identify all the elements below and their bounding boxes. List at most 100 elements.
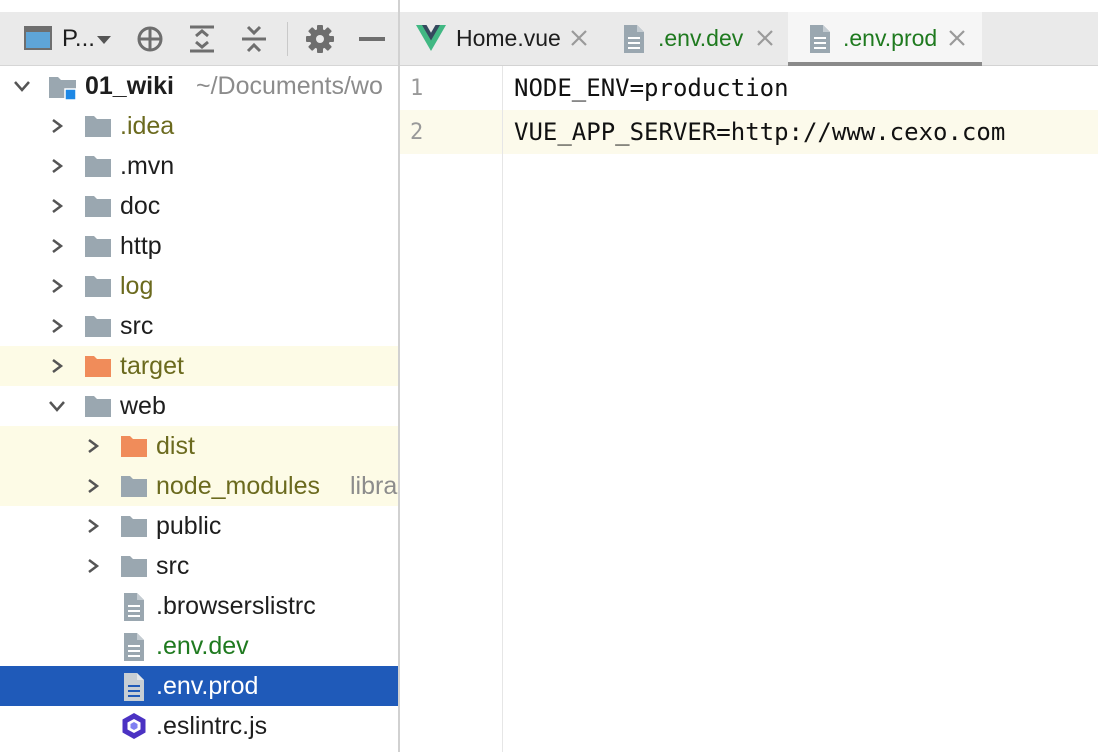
tree-label: .browserslistrc bbox=[156, 592, 316, 620]
tree-label: log bbox=[120, 272, 154, 300]
folder-icon bbox=[85, 316, 111, 337]
chevron-down-icon[interactable] bbox=[48, 399, 66, 413]
text-file-icon bbox=[124, 633, 144, 661]
folder-icon bbox=[85, 116, 111, 137]
code-area[interactable]: 1 NODE_ENV=production 2 VUE_APP_SERVER=h… bbox=[400, 66, 1098, 752]
tree-item-http[interactable]: http bbox=[0, 226, 398, 266]
chevron-right-icon[interactable] bbox=[86, 438, 100, 454]
code-line: 1 NODE_ENV=production bbox=[400, 66, 1098, 110]
tree-item-web[interactable]: web bbox=[0, 386, 398, 426]
chevron-right-icon[interactable] bbox=[50, 118, 64, 134]
tree-label: .idea bbox=[120, 112, 175, 140]
folder-icon bbox=[85, 236, 111, 257]
line-number: 2 bbox=[410, 120, 424, 145]
line-number: 1 bbox=[410, 76, 424, 101]
editor-area: Home.vue .env.dev .env.prod 1 NODE_ENV=p… bbox=[400, 0, 1098, 752]
folder-icon bbox=[121, 516, 147, 537]
tree-item-mvn[interactable]: .mvn bbox=[0, 146, 398, 186]
project-view-label: P... bbox=[62, 25, 95, 52]
close-icon[interactable] bbox=[754, 27, 776, 49]
chevron-down-icon[interactable] bbox=[13, 79, 31, 93]
tree-item-idea[interactable]: .idea bbox=[0, 106, 398, 146]
chevron-right-icon[interactable] bbox=[86, 558, 100, 574]
collapse-all-icon bbox=[242, 25, 266, 52]
tab-label: Home.vue bbox=[456, 25, 561, 51]
chevron-right-icon[interactable] bbox=[50, 278, 64, 294]
tree-label: public bbox=[156, 512, 222, 540]
vue-icon bbox=[416, 25, 446, 51]
chevron-right-icon[interactable] bbox=[50, 238, 64, 254]
tree-item-web-src[interactable]: src bbox=[0, 546, 398, 586]
expand-all-button[interactable] bbox=[182, 12, 222, 65]
tree-item-public[interactable]: public bbox=[0, 506, 398, 546]
tree-item-dist[interactable]: dist bbox=[0, 426, 398, 466]
project-view-selector[interactable]: P... bbox=[18, 12, 118, 65]
tab-env-prod[interactable]: .env.prod bbox=[788, 12, 982, 66]
project-view-icon bbox=[24, 26, 52, 50]
tree-item-env-dev[interactable]: .env.dev bbox=[0, 626, 398, 666]
folder-icon bbox=[85, 276, 111, 297]
tree-label: .mvn bbox=[120, 152, 175, 180]
minimize-button[interactable] bbox=[352, 12, 392, 65]
tree-label: .env.dev bbox=[156, 632, 249, 660]
minimize-icon bbox=[359, 36, 385, 41]
tree-label: web bbox=[120, 392, 166, 420]
tree-label: node_modules bbox=[156, 472, 321, 500]
tree-label: .eslintrc.js bbox=[156, 712, 268, 740]
code-line-current: 2 VUE_APP_SERVER=http://www.cexo.com bbox=[400, 110, 1098, 154]
tab-home-vue[interactable]: Home.vue bbox=[400, 12, 604, 65]
close-icon[interactable] bbox=[568, 27, 590, 49]
chevron-right-icon[interactable] bbox=[86, 478, 100, 494]
locate-button[interactable] bbox=[130, 12, 170, 65]
code-text: VUE_APP_SERVER=http://www.cexo.com bbox=[514, 118, 1006, 146]
tab-label: .env.prod bbox=[843, 25, 938, 51]
excluded-folder-icon bbox=[121, 436, 147, 457]
folder-icon bbox=[121, 556, 147, 577]
tab-label: .env.dev bbox=[658, 25, 744, 51]
text-file-icon bbox=[124, 593, 144, 621]
locate-icon bbox=[137, 26, 163, 51]
gear-icon bbox=[306, 24, 334, 53]
eslint-icon bbox=[122, 713, 146, 739]
settings-button[interactable] bbox=[300, 12, 340, 65]
toolbar-divider bbox=[287, 22, 288, 56]
chevron-right-icon[interactable] bbox=[50, 358, 64, 374]
tree-item-01-wiki[interactable]: 01_wiki ~/Documents/wo bbox=[0, 66, 398, 106]
project-path: ~/Documents/wo bbox=[196, 72, 383, 100]
chevron-right-icon[interactable] bbox=[50, 158, 64, 174]
collapse-all-button[interactable] bbox=[234, 12, 274, 65]
tree-label: target bbox=[120, 352, 184, 380]
library-folder-icon bbox=[121, 476, 147, 497]
chevron-right-icon[interactable] bbox=[86, 518, 100, 534]
gutter-divider bbox=[502, 66, 503, 752]
tree-suffix: libra bbox=[350, 472, 398, 500]
tree-item-log[interactable]: log bbox=[0, 266, 398, 306]
tree-item-browserslistrc[interactable]: .browserslistrc bbox=[0, 586, 398, 626]
folder-icon bbox=[85, 156, 111, 177]
project-panel: P... 01_wiki ~/Documents/wo .idea .mvn d… bbox=[0, 0, 398, 752]
tree-item-node-modules[interactable]: node_modules libra bbox=[0, 466, 398, 506]
tab-env-dev[interactable]: .env.dev bbox=[604, 12, 788, 65]
chevron-right-icon[interactable] bbox=[50, 318, 64, 334]
tree-item-eslintrc[interactable]: .eslintrc.js bbox=[0, 706, 398, 746]
tree-item-doc[interactable]: doc bbox=[0, 186, 398, 226]
tree-label: dist bbox=[156, 432, 195, 460]
folder-icon bbox=[85, 196, 111, 217]
close-icon[interactable] bbox=[946, 27, 968, 49]
tree-item-src[interactable]: src bbox=[0, 306, 398, 346]
chevron-down-icon bbox=[97, 36, 111, 44]
expand-all-icon bbox=[190, 25, 214, 52]
tree-label: http bbox=[120, 232, 162, 260]
project-toolbar: P... bbox=[0, 12, 398, 66]
text-file-icon bbox=[810, 25, 830, 53]
folder-icon bbox=[85, 396, 111, 417]
code-text: NODE_ENV=production bbox=[514, 74, 789, 102]
tree-label: 01_wiki bbox=[85, 72, 174, 100]
chevron-right-icon[interactable] bbox=[50, 198, 64, 214]
tree-item-env-prod[interactable]: .env.prod bbox=[0, 666, 398, 706]
tree-item-target[interactable]: target bbox=[0, 346, 398, 386]
module-folder-icon bbox=[49, 77, 77, 101]
text-file-icon bbox=[624, 25, 644, 53]
excluded-folder-icon bbox=[85, 356, 111, 377]
editor-tab-bar: Home.vue .env.dev .env.prod bbox=[400, 12, 1098, 66]
